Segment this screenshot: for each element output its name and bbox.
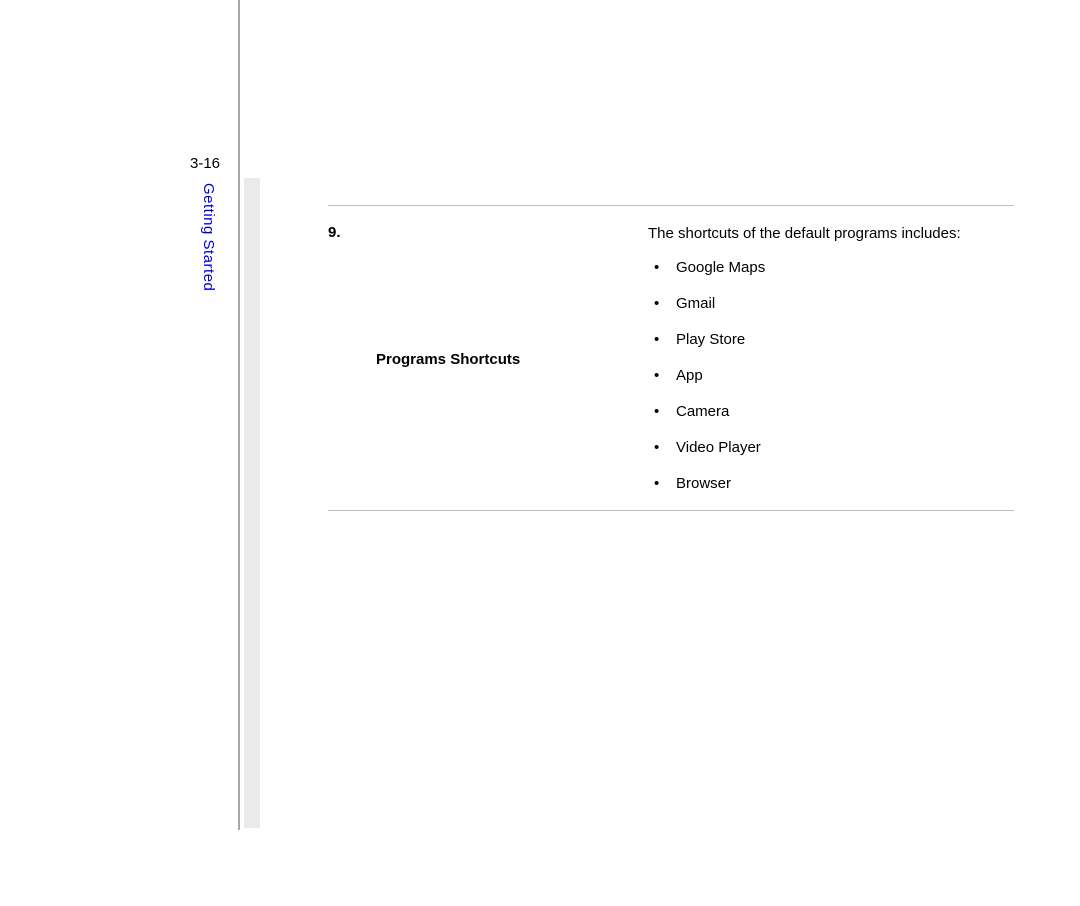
tab-strip (244, 178, 260, 828)
content-area: 9. Programs Shortcuts The shortcuts of t… (328, 205, 1014, 511)
vertical-divider (238, 0, 240, 830)
list-item: Google Maps (648, 256, 1014, 280)
page-number: 3-16 (190, 155, 220, 172)
row-label: Programs Shortcuts (354, 222, 648, 496)
list-item: Browser (648, 472, 1014, 496)
list-item: Video Player (648, 436, 1014, 460)
list-item: Camera (648, 400, 1014, 424)
list-item: Play Store (648, 328, 1014, 352)
bullet-list: Google Maps Gmail Play Store App Camera … (648, 256, 1014, 496)
intro-text: The shortcuts of the default programs in… (648, 222, 1014, 246)
list-item: App (648, 364, 1014, 388)
table-bottom-rule (328, 510, 1014, 511)
row-description: The shortcuts of the default programs in… (648, 222, 1014, 496)
section-title: Getting Started (200, 183, 217, 291)
list-item: Gmail (648, 292, 1014, 316)
table-row: 9. Programs Shortcuts The shortcuts of t… (328, 206, 1014, 510)
row-number: 9. (328, 222, 354, 241)
